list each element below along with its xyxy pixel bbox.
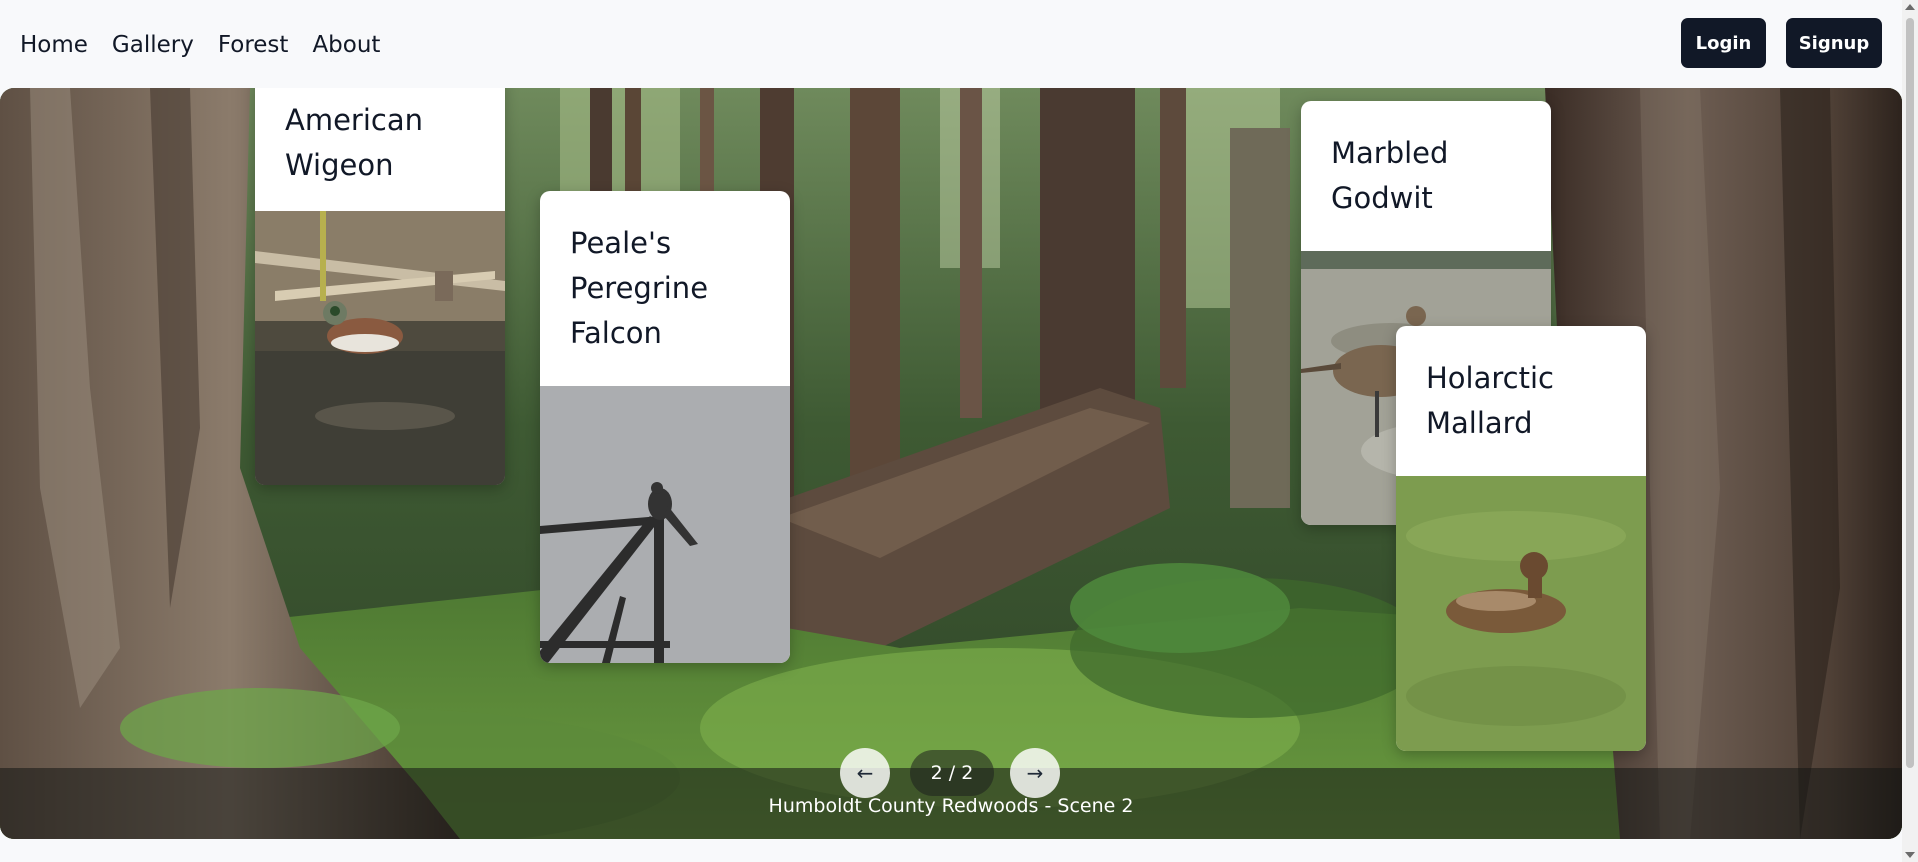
- scroll-thumb[interactable]: [1906, 18, 1914, 768]
- american-wigeon-photo: [255, 211, 505, 485]
- next-scene-button[interactable]: →: [1010, 748, 1060, 798]
- previous-scene-button[interactable]: ←: [840, 748, 890, 798]
- card-title: Peale's Peregrine Falcon: [570, 226, 709, 350]
- bird-card-american-wigeon[interactable]: American Wigeon: [255, 88, 505, 485]
- bird-card-peregrine-falcon[interactable]: Peale's Peregrine Falcon: [540, 191, 790, 663]
- scene-caption: Humboldt County Redwoods - Scene 2: [768, 795, 1134, 817]
- card-title: Holarctic Mallard: [1426, 361, 1554, 440]
- nav-links: Home Gallery Forest About: [20, 28, 380, 62]
- peregrine-falcon-photo: [540, 386, 790, 663]
- nav-link-gallery[interactable]: Gallery: [112, 28, 194, 62]
- forest-scene: American Wigeon Peale's Peregrine Falcon: [0, 88, 1902, 839]
- signup-button[interactable]: Signup: [1786, 18, 1882, 68]
- nav-link-forest[interactable]: Forest: [218, 28, 289, 62]
- bird-card-holarctic-mallard[interactable]: Holarctic Mallard: [1396, 326, 1646, 751]
- scroll-down-arrow-icon[interactable]: [1905, 852, 1915, 858]
- card-title: Marbled Godwit: [1331, 136, 1449, 215]
- login-button[interactable]: Login: [1681, 18, 1766, 68]
- nav-link-home[interactable]: Home: [20, 28, 88, 62]
- nav-link-about[interactable]: About: [312, 28, 380, 62]
- top-navbar: Home Gallery Forest About Login Signup: [0, 0, 1898, 88]
- page-scrollbar[interactable]: [1902, 0, 1918, 862]
- card-title: American Wigeon: [285, 103, 424, 182]
- scene-page-indicator: 2 / 2: [910, 750, 994, 796]
- holarctic-mallard-photo: [1396, 476, 1646, 751]
- scroll-up-arrow-icon[interactable]: [1905, 4, 1915, 10]
